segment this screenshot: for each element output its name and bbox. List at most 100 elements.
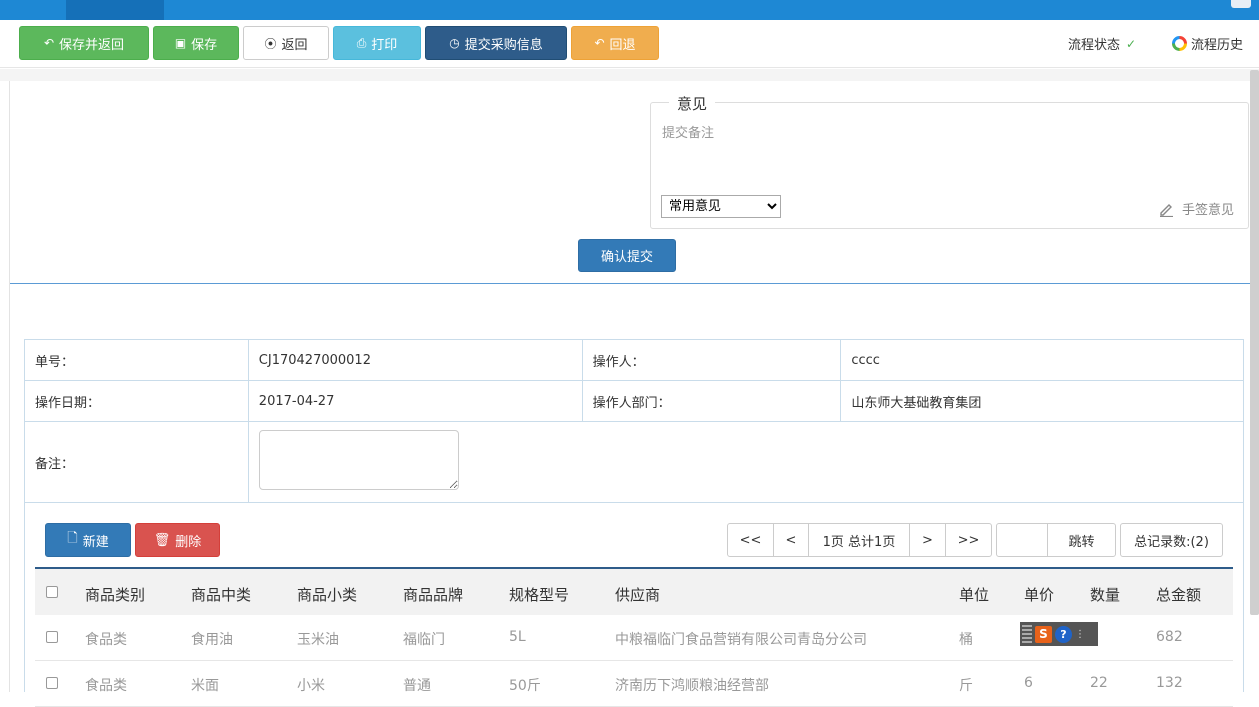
- reply-icon: ↶: [594, 36, 605, 50]
- cell-quantity: 22: [1090, 675, 1108, 691]
- top-corner-handle[interactable]: [1231, 0, 1251, 8]
- top-active-tab[interactable]: [66, 0, 164, 20]
- print-label: 打印: [371, 37, 398, 53]
- date-value: 2017-04-27: [247, 380, 583, 422]
- col-header-supplier[interactable]: 供应商: [615, 584, 660, 605]
- cell-unit: 斤: [959, 678, 973, 694]
- history-ring-icon: [1172, 36, 1187, 51]
- ime-toolbar[interactable]: S ? ⋮: [1020, 622, 1098, 646]
- save-and-return-button[interactable]: ↶ 保存并返回: [19, 26, 149, 60]
- top-bar: [0, 0, 1259, 20]
- rollback-button[interactable]: ↶ 回退: [571, 26, 659, 60]
- pencil-icon: [1159, 203, 1173, 217]
- trash-icon: 🗑: [153, 532, 171, 548]
- vertical-scrollbar[interactable]: [1250, 70, 1259, 615]
- pager-next-button[interactable]: >: [909, 523, 946, 557]
- col-header-minor-category[interactable]: 商品小类: [297, 584, 357, 605]
- flow-history-link[interactable]: 流程历史: [1172, 34, 1243, 53]
- col-header-brand[interactable]: 商品品牌: [403, 584, 463, 605]
- col-header-quantity[interactable]: 数量: [1090, 584, 1120, 605]
- remark-cell: [247, 421, 1245, 503]
- confirm-submit-label: 确认提交: [600, 250, 653, 265]
- submit-note-input[interactable]: 提交备注: [662, 122, 714, 141]
- info-table: 单号： CJ170427000012 操作人： cccc 操作日期： 2017-…: [24, 339, 1245, 503]
- dept-label: 操作人部门：: [581, 380, 842, 422]
- file-icon: 🗋: [67, 531, 78, 546]
- row-checkbox[interactable]: [46, 677, 58, 689]
- table-row[interactable]: 食品类 米面 小米 普通 50斤 济南历下鸿顺粮油经营部 斤 6 22 132: [35, 661, 1233, 707]
- cell-category: 食品类: [85, 632, 127, 648]
- dept-value: 山东师大基础教育集团: [840, 380, 1244, 422]
- save-label: 保存: [191, 37, 218, 53]
- clock-icon: ◷: [449, 36, 460, 50]
- col-header-category[interactable]: 商品类别: [85, 584, 145, 605]
- pager-first-button[interactable]: <<: [727, 523, 774, 557]
- col-header-subcategory[interactable]: 商品中类: [191, 584, 251, 605]
- back-label: 返回: [281, 37, 308, 53]
- save-button[interactable]: ▣ 保存: [153, 26, 239, 60]
- circle-arrow-icon: ⦿: [264, 36, 277, 51]
- common-opinion-select[interactable]: 常用意见: [661, 195, 781, 218]
- cell-subcategory: 米面: [191, 678, 219, 694]
- rollback-label: 回退: [609, 37, 636, 53]
- cell-brand: 普通: [403, 678, 431, 694]
- delete-button[interactable]: 🗑 删除: [135, 523, 220, 557]
- cell-total: 682: [1156, 629, 1183, 645]
- operator-label: 操作人：: [581, 339, 842, 381]
- signature-label: 手签意见: [1181, 203, 1234, 218]
- row-checkbox[interactable]: [46, 631, 58, 643]
- cell-price: 6: [1024, 675, 1033, 691]
- pager-page-input[interactable]: [996, 523, 1048, 557]
- help-icon[interactable]: ?: [1055, 625, 1072, 643]
- opinion-legend: 意见: [669, 93, 716, 114]
- cell-minor-category: 玉米油: [297, 632, 339, 648]
- pager-prev-button[interactable]: <: [773, 523, 809, 557]
- new-label: 新建: [82, 534, 109, 550]
- new-button[interactable]: 🗋 新建: [45, 523, 131, 557]
- sogou-icon[interactable]: S: [1035, 625, 1052, 643]
- col-header-spec[interactable]: 规格型号: [509, 584, 569, 605]
- col-header-total[interactable]: 总金额: [1156, 584, 1201, 605]
- cell-unit: 桶: [959, 632, 973, 648]
- print-icon: ⎙: [356, 35, 367, 50]
- left-border: [9, 81, 10, 692]
- remark-textarea[interactable]: [258, 430, 459, 490]
- cell-supplier: 济南历下鸿顺粮油经营部: [615, 678, 769, 694]
- back-button[interactable]: ⦿ 返回: [243, 26, 329, 60]
- reply-icon: ↶: [43, 36, 55, 50]
- cell-spec: 50斤: [509, 678, 541, 694]
- flow-status-dropdown[interactable]: 流程状态 ✓: [1068, 34, 1137, 54]
- grip-icon[interactable]: [1022, 625, 1032, 643]
- date-label: 操作日期：: [24, 380, 249, 422]
- signature-button[interactable]: 手签意见: [1158, 199, 1234, 218]
- section-divider: [10, 283, 1250, 284]
- select-all-checkbox[interactable]: [46, 586, 58, 598]
- pager-total-count: 总记录数:(2): [1120, 523, 1223, 557]
- pager-jump-button[interactable]: 跳转: [1047, 523, 1116, 557]
- order-label: 单号：: [24, 339, 249, 381]
- remark-label: 备注：: [24, 421, 249, 503]
- gray-strip: [0, 69, 1259, 81]
- col-header-unit[interactable]: 单位: [959, 584, 989, 605]
- print-button[interactable]: ⎙ 打印: [333, 26, 421, 60]
- opinion-fieldset: 意见 提交备注 常用意见 手签意见: [650, 93, 1249, 229]
- confirm-submit-button[interactable]: 确认提交: [578, 239, 676, 272]
- cell-spec: 5L: [509, 629, 526, 645]
- cell-total: 132: [1156, 675, 1183, 691]
- flow-status-label: 流程状态: [1068, 38, 1121, 53]
- pager-info: 1页 总计1页: [808, 523, 910, 557]
- col-header-price[interactable]: 单价: [1024, 584, 1054, 605]
- cell-category: 食品类: [85, 678, 127, 694]
- pager-last-button[interactable]: >>: [945, 523, 992, 557]
- delete-label: 删除: [175, 534, 202, 550]
- submit-purchase-button[interactable]: ◷ 提交采购信息: [425, 26, 567, 60]
- operator-value: cccc: [840, 339, 1244, 381]
- cell-supplier: 中粮福临门食品营销有限公司青岛分公司: [615, 632, 867, 648]
- save-and-return-label: 保存并返回: [59, 37, 125, 53]
- flow-history-label: 流程历史: [1191, 38, 1244, 53]
- floppy-icon: ▣: [174, 36, 187, 50]
- order-value: CJ170427000012: [247, 339, 583, 381]
- more-icon[interactable]: ⋮: [1075, 629, 1085, 640]
- chevron-down-icon: ✓: [1126, 36, 1137, 51]
- grid-header: 商品类别 商品中类 商品小类 商品品牌 规格型号 供应商 单位 单价 数量 总金…: [35, 567, 1233, 615]
